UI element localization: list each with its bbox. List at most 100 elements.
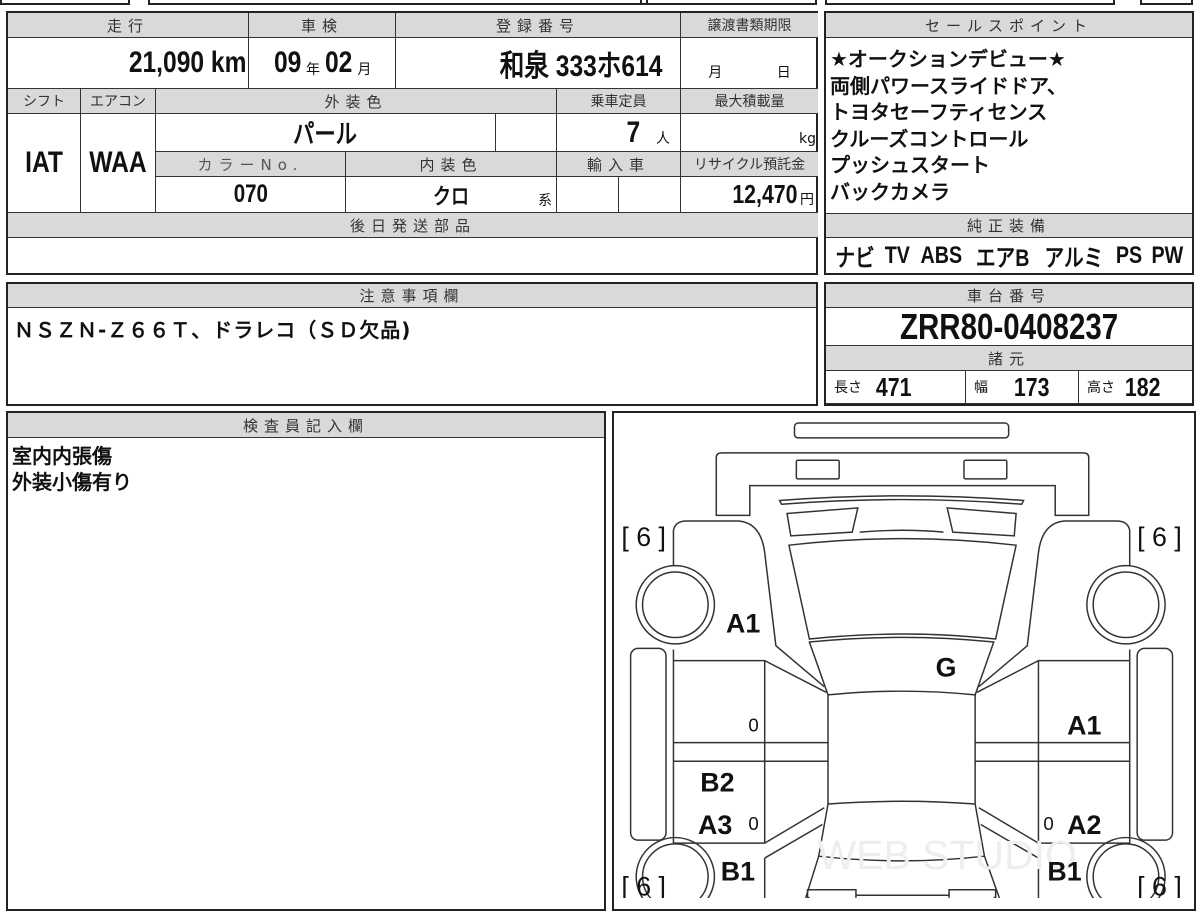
inspector-header: 検査員記入欄 bbox=[8, 413, 604, 438]
shift-cell: IAT bbox=[8, 114, 81, 213]
mileage-unit: km bbox=[210, 46, 246, 79]
max-load-unit: kg bbox=[799, 131, 816, 147]
ac-header: エアコン bbox=[81, 89, 156, 114]
transfer-day: 日 bbox=[776, 65, 791, 81]
right-headlight bbox=[963, 459, 1008, 480]
sales-point: トヨタセーフティセンス bbox=[830, 100, 1048, 124]
mileage-cell: 21,090 km bbox=[8, 38, 249, 89]
height-label: 高さ bbox=[1087, 380, 1115, 396]
equipment-item: アルミ bbox=[1044, 245, 1104, 272]
sales-points-list: ★オークションデビュー★ 両側パワースライドドア、 トヨタセーフティセンス クル… bbox=[826, 38, 1192, 205]
chassis-number-cell: ZRR80-0408237 bbox=[826, 308, 1192, 346]
color-no-value: 070 bbox=[233, 180, 268, 208]
equipment-list: ナビ TV ABS エアB アルミ PS PW bbox=[826, 238, 1192, 273]
shift-value: IAT bbox=[25, 146, 63, 179]
transfer-month: 月 bbox=[708, 65, 723, 81]
damage-mark: 0 bbox=[748, 714, 758, 735]
notes-text: ＮＳＺＮ-Ｚ６６Ｔ、ドラレコ（ＳＤ欠品) bbox=[14, 318, 412, 342]
recycle-unit: 円 bbox=[800, 191, 814, 208]
color-no-cell: 070 bbox=[156, 177, 346, 213]
color-no-header: カラーNo. bbox=[156, 152, 346, 177]
sales-point: 両側パワースライドドア、 bbox=[830, 73, 1067, 98]
import-cell-b bbox=[619, 177, 681, 213]
mileage-number: 21,090 bbox=[128, 46, 204, 79]
recycle-cell: 12,470 円 bbox=[681, 177, 818, 213]
capacity-unit: 人 bbox=[656, 130, 670, 147]
height-cell: 高さ 182 bbox=[1079, 371, 1192, 404]
interior-color-cell: クロ 系 bbox=[346, 177, 557, 213]
width-label: 幅 bbox=[974, 380, 988, 396]
tire-tread-rear-right: [ 6 ] bbox=[1137, 871, 1182, 898]
vehicle-info-table: 走行 車検 登録番号 譲渡書類期限 21,090 km 09 年 02 月 和泉 33… bbox=[6, 11, 818, 275]
damage-mark: G bbox=[936, 652, 957, 682]
damage-mark: 0 bbox=[748, 813, 758, 834]
equipment-header: 純正装備 bbox=[826, 213, 1192, 238]
inspector-notes-box: 検査員記入欄 室内内張傷 外装小傷有り bbox=[6, 411, 606, 911]
mileage-value: 21,090 km bbox=[128, 46, 246, 80]
exterior-color-cell: パール bbox=[156, 114, 496, 152]
equipment-item: PS bbox=[1115, 241, 1142, 269]
top-cut-cell bbox=[0, 0, 130, 5]
recycle-value: 12,470 bbox=[732, 179, 798, 209]
chassis-header: 車台番号 bbox=[826, 284, 1192, 308]
ac-value: WAA bbox=[89, 146, 147, 179]
sales-points-box: セールスポイント ★オークションデビュー★ 両側パワースライドドア、 トヨタセー… bbox=[824, 11, 1194, 275]
width-value: 173 bbox=[1013, 371, 1050, 402]
length-label: 長さ bbox=[834, 380, 862, 396]
inspection-month: 02 bbox=[325, 46, 353, 79]
interior-color-value: クロ bbox=[432, 183, 470, 209]
front-body bbox=[715, 452, 1090, 517]
max-load-cell: kg bbox=[681, 114, 818, 152]
sales-point: プッシュスタート bbox=[830, 153, 990, 177]
left-headlight bbox=[795, 459, 840, 480]
import-cell-a bbox=[557, 177, 619, 213]
capacity-header: 乗車定員 bbox=[557, 89, 681, 114]
left-side-step bbox=[629, 647, 667, 841]
sales-points-header: セールスポイント bbox=[826, 13, 1192, 38]
width-cell: 幅 173 bbox=[966, 371, 1079, 404]
later-parts-header: 後日発送部品 bbox=[8, 213, 818, 238]
transfer-deadline-cell: 月日 bbox=[681, 38, 818, 89]
chassis-box: 車台番号 ZRR80-0408237 諸元 長さ 471 幅 173 高さ 182 bbox=[824, 282, 1194, 406]
recycle-header: リサイクル預託金 bbox=[681, 152, 818, 177]
inspection-header: 車検 bbox=[249, 13, 396, 38]
wheel-front-right bbox=[1086, 564, 1166, 645]
top-cut-cell bbox=[640, 0, 817, 5]
registration-cell: 和泉 333ホ614 bbox=[396, 38, 681, 89]
damage-mark: A1 bbox=[726, 609, 760, 639]
watermark: WEB STUDIO bbox=[818, 832, 1077, 878]
wheel-front-left bbox=[635, 564, 716, 645]
damage-mark: B1 bbox=[1047, 856, 1081, 886]
top-cut-cell bbox=[825, 0, 1115, 5]
inspector-note: 外装小傷有り bbox=[12, 470, 132, 494]
equipment-item: ABS bbox=[920, 241, 963, 269]
car-diagram-svg: WEB STUDIO [ 6 ] [ 6 ] [ 6 ] [ 6 ] A1 G … bbox=[621, 422, 1182, 898]
inspector-note: 室内内張傷 bbox=[12, 444, 112, 468]
shift-header: シフト bbox=[8, 89, 81, 114]
top-cut-cell bbox=[148, 0, 648, 5]
specs-header: 諸元 bbox=[826, 346, 1192, 371]
sales-point: バックカメラ bbox=[830, 179, 950, 204]
transfer-deadline-header: 譲渡書類期限 bbox=[681, 13, 818, 38]
registration-value: 和泉 333ホ614 bbox=[499, 50, 662, 83]
mileage-header: 走行 bbox=[8, 13, 249, 38]
damage-mark: A2 bbox=[1067, 810, 1101, 840]
height-value: 182 bbox=[1124, 371, 1161, 402]
interior-suffix: 系 bbox=[538, 193, 552, 209]
notes-header: 注意事項欄 bbox=[8, 284, 816, 308]
right-side-step bbox=[1136, 647, 1174, 841]
notes-box: 注意事項欄 ＮＳＺＮ-Ｚ６６Ｔ、ドラレコ（ＳＤ欠品) bbox=[6, 282, 818, 406]
roof-front bbox=[808, 636, 995, 696]
top-cut-cell bbox=[1140, 0, 1193, 5]
chassis-number: ZRR80-0408237 bbox=[899, 308, 1119, 346]
exterior-color-header: 外装色 bbox=[156, 89, 557, 114]
blank-cell bbox=[496, 114, 557, 152]
ac-cell: WAA bbox=[81, 114, 156, 213]
damage-mark: 0 bbox=[1043, 813, 1053, 834]
damage-mark: A3 bbox=[698, 810, 732, 840]
year-unit: 年 bbox=[306, 62, 320, 78]
windshield bbox=[788, 537, 1018, 640]
damage-mark: A1 bbox=[1067, 710, 1101, 740]
damage-mark: B2 bbox=[700, 768, 734, 798]
damage-diagram: WEB STUDIO [ 6 ] [ 6 ] [ 6 ] [ 6 ] A1 G … bbox=[612, 411, 1196, 911]
